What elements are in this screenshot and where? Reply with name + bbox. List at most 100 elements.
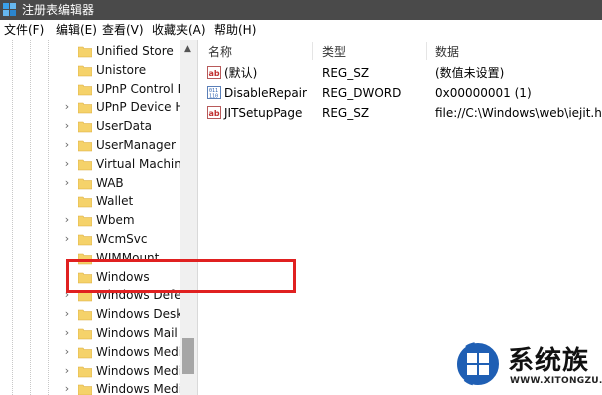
tree-node-label: Wbem <box>96 213 135 228</box>
value-row[interactable]: ab JITSetupPage REG_SZ file://C:\Windows\we… <box>198 103 602 123</box>
menu-file[interactable]: 文件(F) <box>4 22 44 38</box>
column-divider[interactable] <box>312 42 313 60</box>
value-type: REG_DWORD <box>322 86 402 100</box>
svg-text:ab: ab <box>209 109 220 118</box>
registry-editor-icon <box>3 3 16 16</box>
folder-icon <box>78 84 92 95</box>
string-value-icon: ab <box>207 66 221 79</box>
column-header-data[interactable]: 数据 <box>435 44 459 60</box>
tree-node-label: UserManager <box>96 138 176 152</box>
expand-chevron-icon[interactable]: › <box>62 101 72 113</box>
tree-node[interactable]: Unified Store <box>62 42 192 61</box>
column-header-type[interactable]: 类型 <box>322 44 346 60</box>
tree-node-label: Windows Deskt <box>96 307 188 322</box>
expand-chevron-icon[interactable]: › <box>62 139 72 151</box>
expand-chevron-icon[interactable]: › <box>62 364 72 377</box>
tree-node[interactable]: UPnP Control P <box>62 80 192 99</box>
tree-node[interactable]: › Windows Deskt <box>62 305 192 324</box>
tree-node-label: Wallet <box>96 194 134 209</box>
folder-icon <box>78 234 92 246</box>
tree-node[interactable]: › UserData <box>62 117 192 136</box>
scroll-up-icon[interactable]: ▲ <box>184 44 191 54</box>
tree-node-label: Windows Media <box>96 382 190 395</box>
menu-favorites[interactable]: 收藏夹(A) <box>152 22 206 38</box>
tree-guide-line <box>30 40 31 395</box>
tree-node[interactable]: › Windows Media <box>62 362 192 381</box>
tree-node-label: Virtual Machine <box>96 156 190 171</box>
tree-node[interactable]: › WcmSvc <box>62 230 192 249</box>
value-data: file://C:\Windows\web\iejit.htm <box>435 106 602 120</box>
highlight-annotation <box>66 259 296 293</box>
tree-scrollbar[interactable]: ▲ <box>180 40 197 395</box>
tree-node[interactable]: › WAB <box>62 174 192 193</box>
expand-chevron-icon[interactable]: › <box>62 345 72 358</box>
folder-icon <box>78 385 92 395</box>
tree-node-label: Unified Store <box>96 44 174 58</box>
tree-node[interactable]: › UserManager <box>62 136 192 155</box>
value-row[interactable]: 011 110 DisableRepair REG_DWORD 0x00000001 (… <box>198 83 602 103</box>
title-bar: 注册表编辑器 <box>0 0 602 20</box>
watermark-url: WWW.XITONGZU.COM <box>510 376 602 386</box>
menu-help[interactable]: 帮助(H) <box>214 22 256 38</box>
folder-icon <box>78 159 92 171</box>
expand-chevron-icon[interactable]: › <box>62 308 72 320</box>
xitongzu-logo-icon <box>455 341 501 387</box>
registry-tree[interactable]: Unified Store Unistore UPnP Control P › UPnP… <box>0 40 198 395</box>
folder-icon <box>78 121 92 133</box>
tree-node-label: Windows Mail <box>96 326 178 340</box>
expand-chevron-icon[interactable]: › <box>62 120 72 132</box>
folder-icon <box>78 46 92 58</box>
tree-node-label: WAB <box>96 175 124 190</box>
value-row[interactable]: ab (默认) REG_SZ (数值未设置) <box>198 63 602 83</box>
watermark: 系统族 WWW.XITONGZU.COM <box>452 336 602 395</box>
menu-edit[interactable]: 编辑(E) <box>56 22 97 38</box>
dword-value-icon: 011110 <box>207 86 221 99</box>
folder-icon <box>78 65 92 77</box>
tree-guide-line <box>12 40 13 395</box>
expand-chevron-icon[interactable]: › <box>62 383 72 395</box>
tree-node-label: Windows Media <box>96 363 190 378</box>
value-type: REG_SZ <box>322 66 370 80</box>
tree-node[interactable]: › UPnP Device Ho <box>62 98 192 117</box>
value-name: JITSetupPage <box>224 106 303 120</box>
value-name: (默认) <box>224 66 258 80</box>
tree-node[interactable]: › Windows Mail <box>62 324 192 343</box>
tree-node[interactable]: Wallet <box>62 192 192 211</box>
value-type: REG_SZ <box>322 106 370 120</box>
folder-icon <box>78 347 92 359</box>
expand-chevron-icon[interactable]: › <box>62 327 72 339</box>
tree-node[interactable]: › Wbem <box>62 211 192 230</box>
tree-node-label: UPnP Control P <box>96 81 185 96</box>
folder-icon <box>78 366 92 377</box>
folder-icon <box>78 140 92 152</box>
tree-guide-line <box>48 40 49 395</box>
expand-chevron-icon[interactable]: › <box>62 157 72 170</box>
tree-node[interactable]: › Windows Media <box>62 380 192 395</box>
tree-node[interactable]: › Virtual Machine <box>62 155 192 174</box>
column-header-name[interactable]: 名称 <box>208 44 232 60</box>
value-data: 0x00000001 (1) <box>435 86 532 100</box>
scrollbar-thumb[interactable] <box>182 338 194 374</box>
window-title: 注册表编辑器 <box>22 3 95 17</box>
string-value-icon: ab <box>207 106 221 119</box>
menu-bar: 文件(F) 编辑(E) 查看(V) 收藏夹(A) 帮助(H) <box>0 20 602 40</box>
column-divider[interactable] <box>426 42 427 60</box>
folder-icon <box>78 178 92 189</box>
tree-node[interactable]: Unistore <box>62 61 192 80</box>
folder-icon <box>78 215 92 227</box>
watermark-brand: 系统族 <box>508 346 590 376</box>
folder-icon <box>78 197 92 208</box>
svg-text:ab: ab <box>209 69 220 78</box>
menu-view[interactable]: 查看(V) <box>102 22 144 38</box>
tree-node-label: WcmSvc <box>96 232 148 246</box>
expand-chevron-icon[interactable]: › <box>62 214 72 226</box>
tree-node-label: Unistore <box>96 62 147 77</box>
expand-chevron-icon[interactable]: › <box>62 233 72 245</box>
value-name: DisableRepair <box>224 86 307 100</box>
tree-node[interactable]: › Windows Media <box>62 343 192 362</box>
value-data: (数值未设置) <box>435 66 505 80</box>
folder-icon <box>78 103 92 114</box>
svg-text:110: 110 <box>209 94 218 100</box>
expand-chevron-icon[interactable]: › <box>62 176 72 189</box>
tree-node-label: UPnP Device Ho <box>96 100 192 115</box>
